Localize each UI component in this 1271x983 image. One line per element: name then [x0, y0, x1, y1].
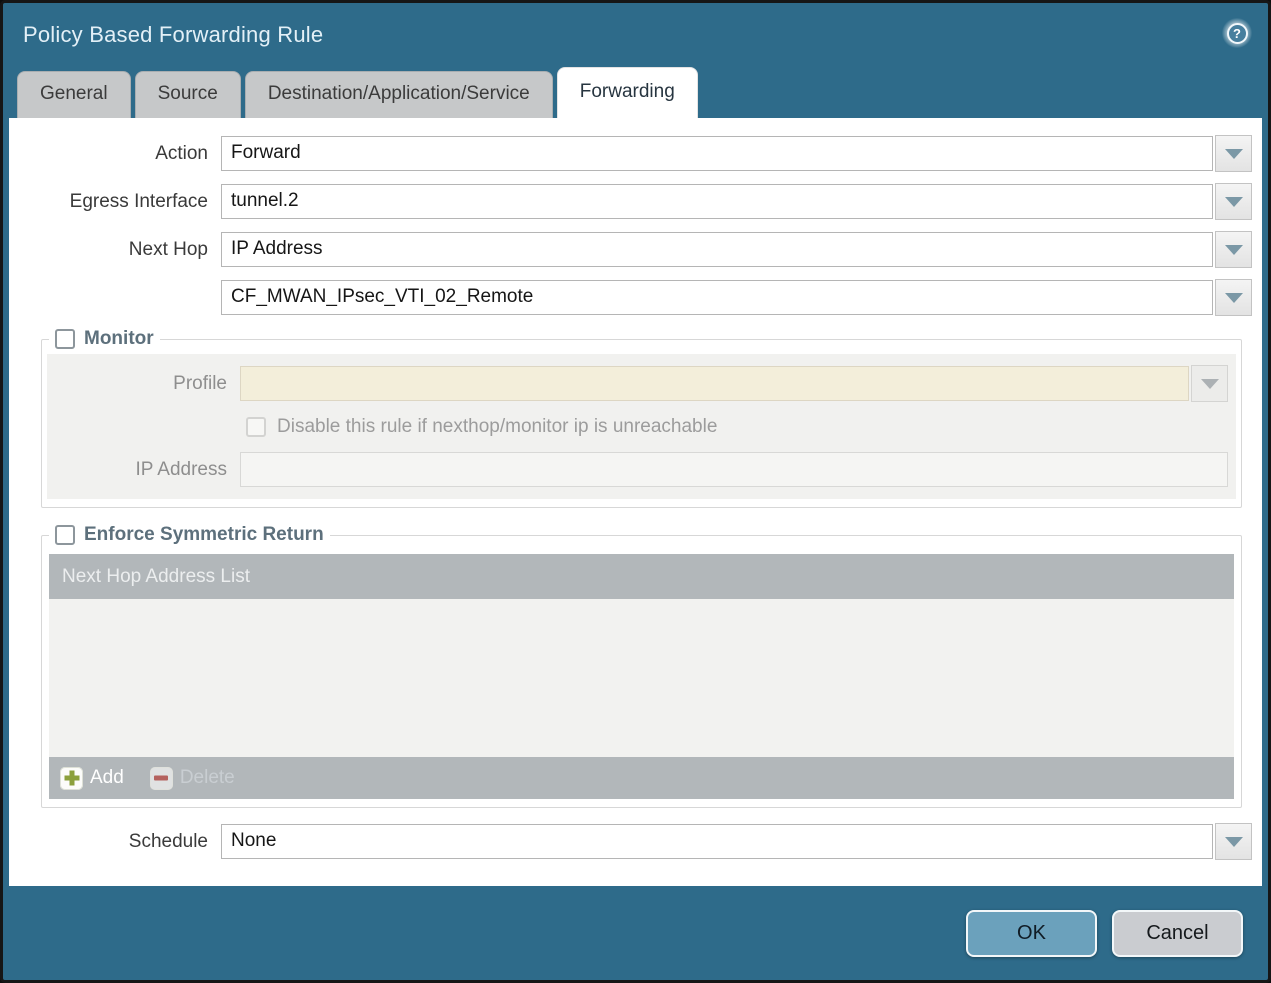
- monitor-legend-label: Monitor: [84, 328, 154, 350]
- chevron-down-icon: [1225, 197, 1243, 207]
- tab-source[interactable]: Source: [135, 71, 241, 118]
- chevron-down-icon: [1201, 379, 1219, 389]
- enforce-symmetric-return-fieldset: Enforce Symmetric Return Next Hop Addres…: [41, 524, 1242, 808]
- disable-rule-checkbox: [246, 417, 266, 437]
- chevron-down-icon: [1225, 837, 1243, 847]
- enforce-symmetric-return-checkbox[interactable]: [55, 525, 75, 545]
- egress-interface-row: Egress Interface tunnel.2: [9, 184, 1252, 220]
- next-hop-address-dropdown-button[interactable]: [1215, 279, 1252, 316]
- delete-button-label: Delete: [180, 767, 235, 789]
- monitor-ip-label: IP Address: [55, 459, 240, 481]
- help-icon-glyph: ?: [1227, 23, 1248, 44]
- next-hop-address-table: Next Hop Address List Add Delete: [49, 554, 1234, 799]
- monitor-content: Profile Disable this rule if nexthop/mon…: [47, 354, 1236, 499]
- schedule-label: Schedule: [9, 831, 221, 853]
- next-hop-address-list-body: [49, 599, 1234, 757]
- egress-interface-dropdown-button[interactable]: [1215, 183, 1252, 220]
- plus-icon: [60, 767, 83, 790]
- schedule-dropdown-button[interactable]: [1215, 823, 1252, 860]
- disable-rule-row: Disable this rule if nexthop/monitor ip …: [246, 416, 1228, 438]
- action-row: Action Forward: [9, 136, 1252, 172]
- profile-row: Profile: [55, 366, 1228, 402]
- egress-interface-field[interactable]: tunnel.2: [221, 184, 1213, 219]
- minus-icon: [150, 767, 173, 790]
- action-field[interactable]: Forward: [221, 136, 1213, 171]
- next-hop-type-field[interactable]: IP Address: [221, 232, 1213, 267]
- action-label: Action: [9, 143, 221, 165]
- next-hop-address-row: CF_MWAN_IPsec_VTI_02_Remote: [9, 280, 1252, 316]
- tab-destination-application-service[interactable]: Destination/Application/Service: [245, 71, 553, 118]
- dialog-button-bar: OK Cancel: [3, 886, 1268, 980]
- chevron-down-icon: [1225, 245, 1243, 255]
- cancel-button[interactable]: Cancel: [1112, 910, 1243, 957]
- next-hop-type-dropdown-button[interactable]: [1215, 231, 1252, 268]
- tab-forwarding[interactable]: Forwarding: [557, 67, 698, 118]
- profile-field: [240, 366, 1189, 401]
- chevron-down-icon: [1225, 149, 1243, 159]
- profile-label: Profile: [55, 373, 240, 395]
- next-hop-label: Next Hop: [9, 239, 221, 261]
- ok-button[interactable]: OK: [966, 910, 1097, 957]
- chevron-down-icon: [1225, 293, 1243, 303]
- disable-rule-label: Disable this rule if nexthop/monitor ip …: [277, 416, 717, 438]
- add-button-label: Add: [90, 767, 124, 789]
- enforce-symmetric-return-legend-label: Enforce Symmetric Return: [84, 524, 324, 546]
- forwarding-tab-panel: Action Forward Egress Interface tunnel.2…: [9, 118, 1262, 886]
- tab-strip: General Source Destination/Application/S…: [3, 67, 1268, 118]
- monitor-legend: Monitor: [49, 328, 160, 350]
- profile-dropdown-button: [1191, 365, 1228, 402]
- egress-interface-label: Egress Interface: [9, 191, 221, 213]
- help-icon[interactable]: ?: [1222, 18, 1252, 48]
- schedule-row: Schedule None: [9, 824, 1252, 860]
- next-hop-address-field[interactable]: CF_MWAN_IPsec_VTI_02_Remote: [221, 280, 1213, 315]
- delete-button: Delete: [150, 767, 235, 790]
- monitor-fieldset: Monitor Profile Disable this rule if nex…: [41, 328, 1242, 508]
- monitor-ip-row: IP Address: [55, 452, 1228, 487]
- monitor-ip-field: [240, 452, 1228, 487]
- add-button[interactable]: Add: [60, 767, 124, 790]
- enforce-symmetric-return-legend: Enforce Symmetric Return: [49, 524, 330, 546]
- next-hop-address-list-header: Next Hop Address List: [49, 554, 1234, 599]
- schedule-field[interactable]: None: [221, 824, 1213, 859]
- dialog-titlebar: Policy Based Forwarding Rule ?: [3, 3, 1268, 67]
- monitor-checkbox[interactable]: [55, 329, 75, 349]
- action-dropdown-button[interactable]: [1215, 135, 1252, 172]
- pbf-rule-dialog: Policy Based Forwarding Rule ? General S…: [0, 0, 1271, 983]
- next-hop-row: Next Hop IP Address: [9, 232, 1252, 268]
- next-hop-address-list-toolbar: Add Delete: [49, 757, 1234, 799]
- dialog-title: Policy Based Forwarding Rule: [23, 22, 323, 48]
- tab-general[interactable]: General: [17, 71, 131, 118]
